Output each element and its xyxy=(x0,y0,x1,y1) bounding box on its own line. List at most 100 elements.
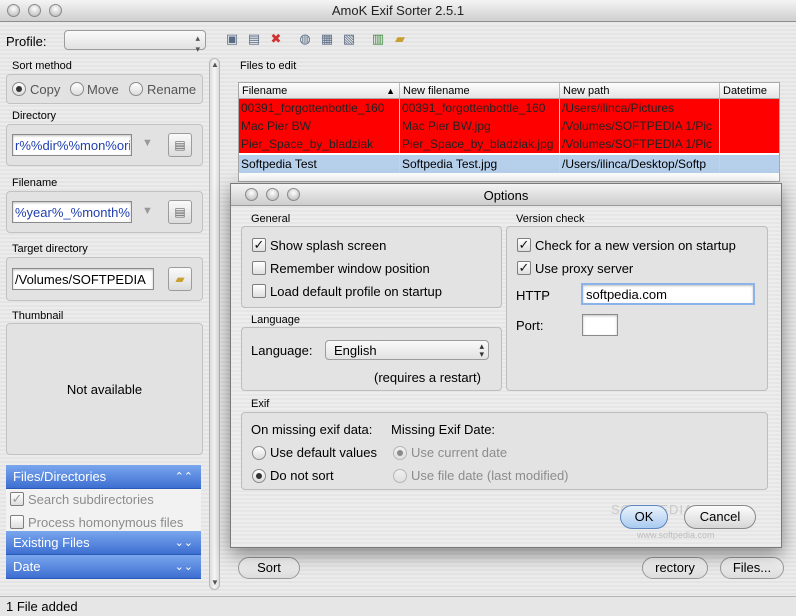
table-row[interactable]: 00391_forgottenbottle_160 00391_forgotte… xyxy=(239,99,779,117)
exif-group-title: Exif xyxy=(251,398,270,410)
table-row[interactable]: Softpedia Test Softpedia Test.jpg /Users… xyxy=(239,155,779,173)
use-current-date-radio[interactable] xyxy=(393,446,407,460)
remember-window-checkbox[interactable] xyxy=(252,261,266,275)
remember-window-label: Remember window position xyxy=(270,261,430,276)
language-restart-note: (requires a restart) xyxy=(374,370,481,385)
table-row[interactable]: Pier_Space_by_bladziak Pier_Space_by_bla… xyxy=(239,135,779,153)
add-files-button[interactable]: Files... xyxy=(720,557,784,579)
filename-input-value: %year%_%month%_ xyxy=(15,205,130,220)
show-splash-checkbox[interactable]: ✓ xyxy=(252,238,266,252)
profile-label: Profile: xyxy=(6,34,47,49)
target-directory-title: Target directory xyxy=(12,243,88,255)
on-missing-exif-label: On missing exif data: xyxy=(251,422,373,437)
existing-files-section[interactable]: Existing Files ⌄⌄ xyxy=(6,531,201,555)
search-subdirectories-checkbox[interactable]: ✓ xyxy=(10,492,24,506)
language-select[interactable]: English ▴ ▾ xyxy=(325,340,489,360)
radio-move-label: Move xyxy=(87,82,119,97)
directory-input[interactable]: r%%dir%%mon%ori xyxy=(12,134,132,156)
cell-new-filename: Mac Pier BW.jpg xyxy=(400,117,560,135)
general-group-title: General xyxy=(251,213,291,225)
sort-button[interactable]: Sort xyxy=(238,557,300,579)
left-pane-scrollbar[interactable] xyxy=(209,58,220,590)
column-header-filename-label: Filename xyxy=(242,85,288,97)
cell-new-filename: Pier_Space_by_bladziak.jpg xyxy=(400,135,560,153)
use-proxy-checkbox[interactable]: ✓ xyxy=(517,261,531,275)
cell-datetime xyxy=(720,135,779,153)
cancel-button[interactable]: Cancel xyxy=(684,505,756,529)
load-default-profile-checkbox[interactable] xyxy=(252,284,266,298)
use-default-values-label: Use default values xyxy=(270,445,377,460)
process-homonymous-label: Process homonymous files xyxy=(28,515,184,530)
target-directory-browse-button[interactable]: ▰ xyxy=(168,267,192,291)
do-not-sort-radio[interactable] xyxy=(252,469,266,483)
version-check-group-title: Version check xyxy=(516,213,585,225)
radio-rename-label: Rename xyxy=(147,82,197,97)
token-list-icon: ▤ xyxy=(174,205,186,219)
add-directory-button[interactable]: rectory xyxy=(642,557,708,579)
radio-move[interactable] xyxy=(70,82,84,96)
ok-button[interactable]: OK xyxy=(620,505,668,529)
column-header-filename[interactable]: Filename ▲ xyxy=(239,83,400,99)
load-default-profile-label: Load default profile on startup xyxy=(270,284,443,299)
port-input[interactable] xyxy=(582,314,618,336)
globe-icon[interactable]: ◍ xyxy=(296,30,314,48)
target-directory-value: /Volumes/SOFTPEDIA xyxy=(15,272,146,287)
save-as-icon[interactable]: ▤ xyxy=(245,30,263,48)
sort-method-title: Sort method xyxy=(12,60,72,72)
process-homonymous-checkbox[interactable] xyxy=(10,515,24,529)
book-icon[interactable]: ▦ xyxy=(318,30,336,48)
missing-exif-date-label: Missing Exif Date: xyxy=(391,422,496,437)
http-proxy-value: softpedia.com xyxy=(586,287,667,302)
cell-filename: 00391_forgottenbottle_160 xyxy=(239,99,400,117)
scroll-down-icon[interactable]: ▼ xyxy=(211,578,219,587)
column-header-new-path[interactable]: New path xyxy=(560,83,720,99)
updown-arrows-icon: ▴ ▾ xyxy=(479,341,484,359)
thumbnail-title: Thumbnail xyxy=(12,310,64,322)
delete-icon[interactable]: ✖ xyxy=(267,30,285,48)
save-icon[interactable]: ▣ xyxy=(223,30,241,48)
date-section[interactable]: Date ⌄⌄ xyxy=(6,555,201,579)
profile-select[interactable]: ▴ ▾ xyxy=(64,30,206,54)
table-row[interactable]: Mac Pier BW Mac Pier BW.jpg /Volumes/SOF… xyxy=(239,117,779,135)
status-text: 1 File added xyxy=(6,599,78,614)
cell-new-filename: 00391_forgottenbottle_160 xyxy=(400,99,560,117)
filename-dropdown-icon[interactable]: ▼ xyxy=(142,205,153,217)
filename-input[interactable]: %year%_%month%_ xyxy=(12,201,132,223)
cell-filename: Softpedia Test xyxy=(239,155,400,173)
http-proxy-input[interactable]: softpedia.com xyxy=(581,283,755,305)
column-header-datetime-label: Datetime xyxy=(723,85,768,97)
target-directory-input[interactable]: /Volumes/SOFTPEDIA xyxy=(12,268,154,290)
use-default-values-radio[interactable] xyxy=(252,446,266,460)
check-new-version-label: Check for a new version on startup xyxy=(535,238,736,253)
cell-filename: Pier_Space_by_bladziak xyxy=(239,135,400,153)
edit-icon[interactable]: ▧ xyxy=(340,30,358,48)
radio-copy[interactable] xyxy=(12,82,26,96)
thumbnail-placeholder: Not available xyxy=(66,382,143,397)
use-file-date-radio[interactable] xyxy=(393,469,407,483)
check-new-version-checkbox[interactable]: ✓ xyxy=(517,238,531,252)
column-header-new-filename[interactable]: New filename xyxy=(400,83,560,99)
show-splash-label: Show splash screen xyxy=(270,238,387,253)
column-header-datetime[interactable]: Datetime xyxy=(720,83,779,99)
directory-title: Directory xyxy=(12,110,57,122)
files-directories-section-label: Files/Directories xyxy=(13,469,107,484)
options-dialog: Options General ✓ Show splash screen Rem… xyxy=(230,183,782,548)
files-table: Filename ▲ New filename New path Datetim… xyxy=(238,82,780,182)
open-folder-icon[interactable]: ▰ xyxy=(391,30,409,48)
files-directories-section[interactable]: Files/Directories ⌃⌃ xyxy=(6,465,201,489)
directory-placeholder-button[interactable]: ▤ xyxy=(168,133,192,157)
do-not-sort-label: Do not sort xyxy=(270,468,334,483)
column-header-new-filename-label: New filename xyxy=(403,85,470,97)
directory-dropdown-icon[interactable]: ▼ xyxy=(142,137,153,149)
scroll-up-icon[interactable]: ▲ xyxy=(211,60,219,69)
filename-placeholder-button[interactable]: ▤ xyxy=(168,200,192,224)
search-subdirectories-label: Search subdirectories xyxy=(28,492,154,507)
updown-arrows-icon: ▴ ▾ xyxy=(195,33,200,54)
radio-rename[interactable] xyxy=(129,82,143,96)
cell-filename: Mac Pier BW xyxy=(239,117,400,135)
language-select-value: English xyxy=(334,343,377,358)
directory-input-value: r%%dir%%mon%ori xyxy=(15,138,130,153)
date-section-label: Date xyxy=(13,559,41,574)
cell-new-path: /Users/ilinca/Desktop/Softp xyxy=(560,155,720,173)
export-icon[interactable]: ▥ xyxy=(369,30,387,48)
